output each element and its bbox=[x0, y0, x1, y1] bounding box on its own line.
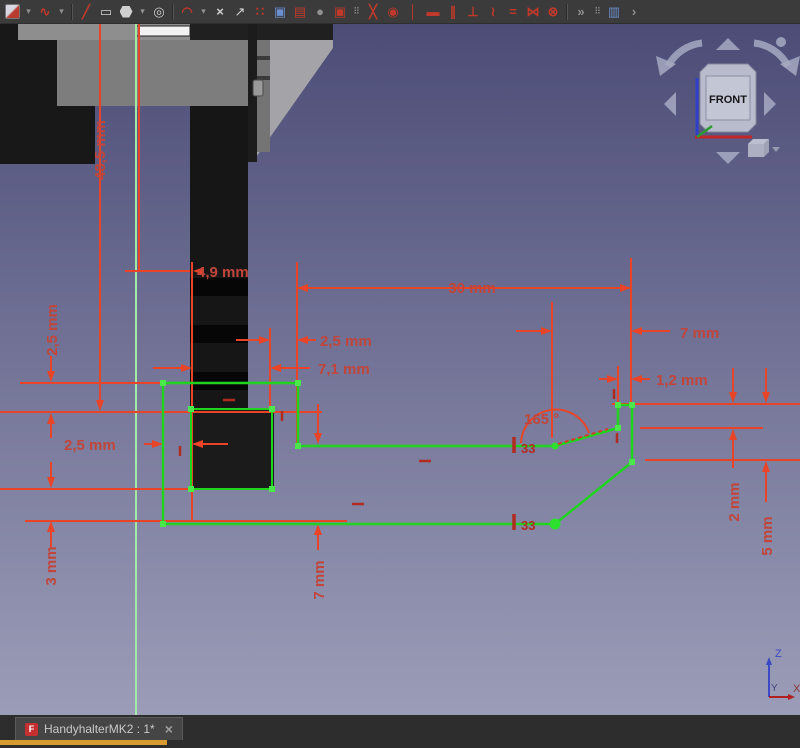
constraint-parallel-icon[interactable]: ∥ bbox=[443, 2, 463, 22]
dim-2-right: 2 mm bbox=[726, 482, 743, 521]
nav-arrow-down bbox=[716, 152, 740, 164]
dim-30: 30 mm bbox=[448, 280, 496, 297]
create-polyline-icon[interactable]: ∿ bbox=[35, 2, 55, 22]
nav-arrow-right bbox=[764, 92, 776, 116]
freecad-document-icon: F bbox=[25, 723, 38, 736]
axis-indicator: Z X Y bbox=[766, 648, 800, 700]
toolbar-overflow-icon[interactable]: » bbox=[571, 2, 591, 22]
stop-operation-icon[interactable]: ▣ bbox=[330, 2, 350, 22]
create-circle-icon[interactable]: ◎ bbox=[149, 2, 169, 22]
dropdown-chevron[interactable]: ▾ bbox=[55, 2, 68, 22]
dim-1-2: 1,2 mm bbox=[656, 372, 708, 389]
trim-edge-icon[interactable]: × bbox=[210, 2, 230, 22]
dropdown-chevron[interactable]: ▾ bbox=[22, 2, 35, 22]
create-polygon-icon[interactable] bbox=[116, 2, 136, 22]
grip-handle[interactable]: ⠿ bbox=[350, 2, 363, 22]
create-line-icon[interactable]: ╱ bbox=[76, 2, 96, 22]
dim-2-5-wall: 2,5 mm bbox=[64, 437, 116, 454]
dim-4-9: 4,9 mm bbox=[197, 264, 249, 281]
constraint-vertical-icon[interactable]: │ bbox=[403, 2, 423, 22]
external-geometry-icon[interactable]: ∷ bbox=[250, 2, 270, 22]
y-axis-label: Y bbox=[771, 683, 778, 694]
dimension-arrowheads bbox=[47, 267, 770, 535]
nav-arrow-up bbox=[716, 38, 740, 50]
x-axis-label: X bbox=[793, 683, 800, 695]
create-fillet-icon[interactable]: ◠ bbox=[177, 2, 197, 22]
toolbar-separator bbox=[566, 4, 568, 20]
nav-arrow-left bbox=[664, 92, 676, 116]
dim-3: 3 mm bbox=[43, 546, 60, 585]
tab-handyhaltermk2[interactable]: F HandyhalterMK2 : 1* × bbox=[15, 717, 183, 740]
constraint-tag-top[interactable]: 33 bbox=[521, 441, 535, 456]
dropdown-chevron[interactable]: ▾ bbox=[136, 2, 149, 22]
constraint-tag-bottom[interactable]: 33 bbox=[521, 518, 535, 533]
navigation-cube[interactable]: FRONT bbox=[656, 37, 800, 164]
dim-7-right: 7 mm bbox=[680, 325, 719, 342]
nav-curved-arrow-left bbox=[668, 43, 702, 66]
dim-angle-165: 165 ° bbox=[524, 411, 559, 428]
carbon-copy-icon[interactable]: ▣ bbox=[270, 2, 290, 22]
sketch-scene[interactable]: 33 33 48,5 mm 4,9 mm 30 mm 2,5 mm 7,1 mm… bbox=[0, 0, 800, 748]
extend-edge-icon[interactable]: ↗ bbox=[230, 2, 250, 22]
toolbar-separator bbox=[172, 4, 174, 20]
dropdown-chevron[interactable]: ▾ bbox=[197, 2, 210, 22]
constraint-equal-icon[interactable]: = bbox=[503, 2, 523, 22]
constraint-symmetric-icon[interactable]: ⋈ bbox=[523, 2, 543, 22]
document-tab-bar: F HandyhalterMK2 : 1* × bbox=[0, 715, 800, 748]
select-elements-icon[interactable]: ● bbox=[310, 2, 330, 22]
nav-mini-cube[interactable] bbox=[748, 139, 780, 157]
edit-sketch-icon[interactable] bbox=[2, 2, 22, 22]
tab-title: HandyhalterMK2 : 1* bbox=[44, 722, 155, 736]
tab-close-icon[interactable]: × bbox=[165, 721, 173, 737]
sketcher-elements-icon[interactable]: ▥ bbox=[604, 2, 624, 22]
constraint-point-on-object-icon[interactable]: ◉ bbox=[383, 2, 403, 22]
constraint-tangent-icon[interactable]: ≀ bbox=[483, 2, 503, 22]
dim-7-1: 7,1 mm bbox=[318, 361, 370, 378]
nav-mini-cube-chevron bbox=[772, 147, 780, 152]
grip-handle[interactable]: ⠿ bbox=[591, 2, 604, 22]
constraint-perpendicular-icon[interactable]: ⊥ bbox=[463, 2, 483, 22]
dim-2-5-left: 2,5 mm bbox=[44, 304, 61, 356]
angle-leg-dashes bbox=[558, 429, 608, 444]
dimension-lines[interactable] bbox=[51, 271, 766, 550]
dimension-labels[interactable]: 48,5 mm 4,9 mm 30 mm 2,5 mm 7,1 mm 7 mm … bbox=[43, 120, 776, 600]
nav-dot bbox=[776, 37, 786, 47]
dim-2-5-top: 2,5 mm bbox=[320, 333, 372, 350]
clipboard-icon[interactable]: ▤ bbox=[290, 2, 310, 22]
z-axis-label: Z bbox=[775, 648, 782, 660]
constraint-horizontal-icon[interactable]: ▬ bbox=[423, 2, 443, 22]
dim-5-right: 5 mm bbox=[759, 516, 776, 555]
create-rectangle-icon[interactable]: ▭ bbox=[96, 2, 116, 22]
toolbar-separator bbox=[71, 4, 73, 20]
constraint-block-icon[interactable]: ⊗ bbox=[543, 2, 563, 22]
dim-7-bottom: 7 mm bbox=[311, 560, 328, 599]
active-tab-underline bbox=[0, 740, 167, 745]
toolbar-overflow-2-icon[interactable]: › bbox=[624, 2, 644, 22]
sketcher-toolbar: ▾ ∿ ▾ ╱ ▭ ▾ ◎ ◠ ▾ × ↗ ∷ ▣ ▤ ● ▣ ⠿ ╳ ◉ │ … bbox=[0, 0, 800, 24]
nav-cube-face-label[interactable]: FRONT bbox=[709, 94, 747, 106]
dim-48-5: 48,5 mm bbox=[92, 120, 109, 180]
constraint-coincident-icon[interactable]: ╳ bbox=[363, 2, 383, 22]
